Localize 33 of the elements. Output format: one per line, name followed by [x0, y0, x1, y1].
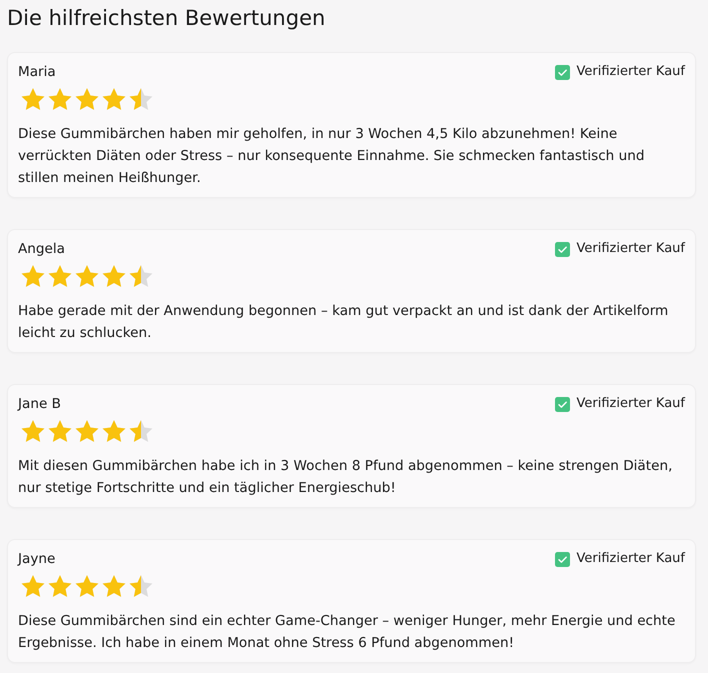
star-icon — [48, 264, 72, 288]
star-icon — [21, 574, 45, 598]
star-icon — [48, 574, 72, 598]
reviewer-name: Jayne — [18, 550, 56, 569]
star-icon — [21, 87, 45, 111]
star-icon — [48, 87, 72, 111]
half-star-icon — [129, 87, 153, 111]
reviewer-name: Jane B — [18, 395, 61, 414]
reviewer-name: Maria — [18, 63, 56, 82]
star-icon — [102, 419, 126, 443]
star-icon — [75, 87, 99, 111]
review-text: Diese Gummibärchen sind ein echter Game-Changer – weniger Hunger, mehr Energie und echte Ergebnisse. Ich habe in einem Monat ohne Stress 6 Pfund abgenommen! — [18, 612, 676, 653]
verified-purchase-label: Verifizierter Kauf — [576, 550, 685, 568]
verified-purchase-label: Verifizierter Kauf — [576, 63, 685, 81]
star-icon — [102, 87, 126, 111]
star-icon — [75, 419, 99, 443]
star-icon — [102, 264, 126, 288]
half-star-icon — [129, 574, 153, 598]
reviewer-name: Angela — [18, 240, 66, 259]
half-star-icon — [129, 419, 153, 443]
star-icon — [48, 419, 72, 443]
review-text: Habe gerade mit der Anwendung begonnen – kam gut verpackt an und ist dank der Artikelform leicht zu schlucken. — [18, 302, 670, 343]
review-text: Diese Gummibärchen haben mir geholfen, in nur 3 Wochen 4,5 Kilo abzunehmen! Keine verrückten Diäten oder Stress – nur konsequente Einnahme. Sie schmecken fantastisch und stillen meinen Heißhunger. — [18, 125, 646, 188]
section-heading: Die hilfreichsten Bewertungen — [7, 5, 326, 32]
verified-purchase-label: Verifizierter Kauf — [576, 240, 685, 258]
star-icon — [75, 264, 99, 288]
star-icon — [21, 264, 45, 288]
review-text: Mit diesen Gummibärchen habe ich in 3 Wochen 8 Pfund abgenommen – keine strengen Diäten, nur stetige Fortschritte und ein täglicher Energieschub! — [18, 457, 674, 498]
star-icon — [75, 574, 99, 598]
star-icon — [21, 419, 45, 443]
half-star-icon — [129, 264, 153, 288]
star-icon — [102, 574, 126, 598]
verified-purchase-label: Verifizierter Kauf — [576, 395, 685, 413]
